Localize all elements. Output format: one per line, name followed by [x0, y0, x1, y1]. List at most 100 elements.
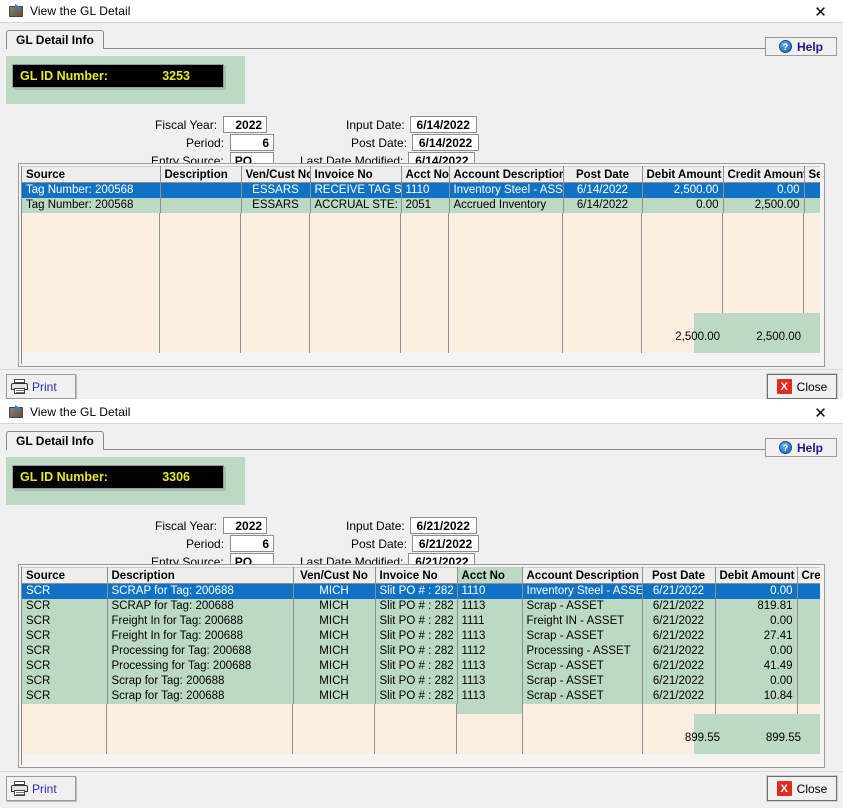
grid-column-header[interactable]: Acct No — [401, 166, 450, 183]
gl-detail-grid-1[interactable]: 2,500.00 2,500.00 Source Description Ven/C… — [18, 163, 825, 367]
grid-column-header[interactable]: Account Description — [449, 166, 564, 183]
table-cell: 0.00 — [642, 197, 724, 213]
window-close-button[interactable]: ✕ — [798, 401, 843, 424]
total-debit-1: 2,500.00 — [675, 331, 720, 343]
table-cell: Accrued Inventory — [449, 197, 564, 213]
grid-column-header[interactable]: Description — [107, 567, 294, 584]
table-row[interactable]: SCR Processing for Tag: 200688 MICH Slit PO… — [22, 658, 820, 674]
table-row[interactable]: SCR SCRAP for Tag: 200688 MICH Slit PO # : … — [22, 598, 820, 614]
table-cell — [797, 688, 820, 704]
table-cell: Freight In for Tag: 200688 — [107, 613, 294, 629]
close-x-icon: X — [776, 379, 792, 394]
table-cell: SCRAP for Tag: 200688 — [107, 598, 294, 614]
table-cell: Scrap for Tag: 200688 — [107, 688, 294, 704]
print-button-2[interactable]: Print — [6, 776, 76, 801]
table-row[interactable]: SCR Processing for Tag: 200688 MICH Slit PO… — [22, 643, 820, 659]
table-row[interactable]: Tag Number: 200568 ESSARSRECEIVE TAG STE1… — [22, 182, 820, 198]
table-cell: SCR — [22, 613, 108, 629]
grid-column-header[interactable]: Account Description — [522, 567, 643, 584]
table-cell — [797, 613, 820, 629]
table-cell — [160, 197, 242, 213]
table-cell: 10.84 — [715, 688, 798, 704]
fiscal-year-field[interactable]: 2022 — [223, 116, 268, 133]
table-cell: 0.00 — [715, 673, 798, 689]
grid-body-2[interactable]: SCR SCRAP for Tag: 200688 MICH Slit PO # : … — [22, 583, 820, 704]
period-label: Period: — [186, 135, 225, 150]
table-cell: Processing - ASSET — [522, 643, 643, 659]
table-cell: 1113 — [457, 628, 523, 644]
fiscal-year-field[interactable]: 2022 — [223, 517, 268, 534]
help-button-2[interactable]: ? Help — [765, 438, 837, 457]
gl-detail-grid-2[interactable]: 899.55 899.55 Source Description Ven/Cust … — [18, 564, 825, 768]
close-button-1[interactable]: X Close — [766, 373, 838, 400]
grid-column-header[interactable]: Post Date — [563, 166, 643, 183]
table-cell — [804, 197, 820, 213]
tab-gl-detail-info[interactable]: GL Detail Info — [6, 30, 104, 49]
tab-gl-detail-info[interactable]: GL Detail Info — [6, 431, 104, 450]
table-cell: 0.00 — [715, 583, 798, 599]
table-cell: 6/21/2022 — [642, 673, 716, 689]
grid-column-header[interactable]: Ven/Cust No — [293, 567, 376, 584]
table-cell: Scrap - ASSET — [522, 673, 643, 689]
table-cell: 1110 — [401, 182, 450, 198]
table-row[interactable]: SCR SCRAP for Tag: 200688 MICH Slit PO # : … — [22, 583, 820, 599]
print-button-1[interactable]: Print — [6, 374, 76, 399]
input-date-field[interactable]: 6/21/2022 — [409, 517, 477, 534]
grid-column-header[interactable]: Debit Amount — [715, 567, 798, 584]
period-field[interactable]: 6 — [230, 535, 275, 552]
table-row[interactable]: SCR Freight In for Tag: 200688 MICH Slit PO… — [22, 613, 820, 629]
table-cell — [797, 643, 820, 659]
post-date-label: Post Date: — [351, 536, 408, 551]
table-cell: 6/14/2022 — [563, 197, 643, 213]
table-cell: 6/21/2022 — [642, 628, 716, 644]
table-cell: Processing for Tag: 200688 — [107, 658, 294, 674]
grid-body-1[interactable]: Tag Number: 200568 ESSARSRECEIVE TAG STE1… — [22, 182, 820, 213]
input-date-field[interactable]: 6/14/2022 — [409, 116, 477, 133]
post-date-field[interactable]: 6/14/2022 — [412, 134, 480, 151]
table-cell: Scrap - ASSET — [522, 658, 643, 674]
fiscal-year-label: Fiscal Year: — [155, 518, 218, 533]
post-date-field[interactable]: 6/21/2022 — [412, 535, 480, 552]
grid-column-header[interactable]: Invoice No — [310, 166, 402, 183]
grid-column-header[interactable]: Acct No — [457, 567, 523, 584]
table-cell: MICH — [293, 613, 376, 629]
grid-column-header[interactable]: Source — [22, 166, 161, 183]
table-cell: ESSARS — [241, 182, 311, 198]
table-row[interactable]: Tag Number: 200568ESSARSACCRUAL STE: 202… — [22, 197, 820, 213]
table-cell — [797, 658, 820, 674]
grid-column-header[interactable]: Ven/Cust No — [241, 166, 311, 183]
tab-strip-1: GL Detail Info — [6, 30, 837, 49]
help-icon: ? — [778, 441, 792, 454]
table-cell: 6/21/2022 — [642, 583, 716, 599]
grid-column-header[interactable]: Debit Amount — [642, 166, 724, 183]
grid-column-header[interactable]: Sequ — [804, 166, 820, 183]
table-row[interactable]: SCR Freight In for Tag: 200688 MICH Slit PO… — [22, 628, 820, 644]
help-button-1[interactable]: ? Help — [765, 37, 837, 56]
table-cell: 41.49 — [715, 658, 798, 674]
grid-column-header[interactable]: Post Date — [642, 567, 716, 584]
post-date-label: Post Date: — [351, 135, 408, 150]
table-cell — [804, 182, 820, 198]
grid-column-header[interactable]: Invoice No — [375, 567, 458, 584]
table-row[interactable]: SCR Scrap for Tag: 200688 MICH Slit PO # : … — [22, 688, 820, 704]
help-label: Help — [796, 440, 823, 455]
grid-column-header[interactable]: Description — [160, 166, 242, 183]
table-cell: 1113 — [457, 688, 523, 704]
table-cell: Slit PO # : 282 — [375, 628, 458, 644]
table-cell — [797, 583, 820, 599]
close-button-2[interactable]: X Close — [766, 775, 838, 802]
grid-column-header[interactable]: Credit Ar — [797, 567, 820, 584]
table-cell: 6/21/2022 — [642, 613, 716, 629]
period-field[interactable]: 6 — [230, 134, 275, 151]
table-cell: 0.00 — [715, 643, 798, 659]
table-cell: MICH — [293, 673, 376, 689]
window-close-button[interactable]: ✕ — [798, 0, 843, 23]
grid-column-header[interactable]: Credit Amount — [723, 166, 805, 183]
tab-strip-2: GL Detail Info — [6, 431, 837, 450]
table-row[interactable]: SCR Scrap for Tag: 200688 MICH Slit PO # : … — [22, 673, 820, 689]
grid-scroll-area-1[interactable]: 2,500.00 2,500.00 Source Description Ven/C… — [21, 166, 820, 364]
grid-scroll-area-2[interactable]: 899.55 899.55 Source Description Ven/Cust … — [21, 567, 820, 765]
grid-column-header[interactable]: Source — [22, 567, 108, 584]
table-cell: SCRAP for Tag: 200688 — [107, 583, 294, 599]
table-cell: MICH — [293, 658, 376, 674]
